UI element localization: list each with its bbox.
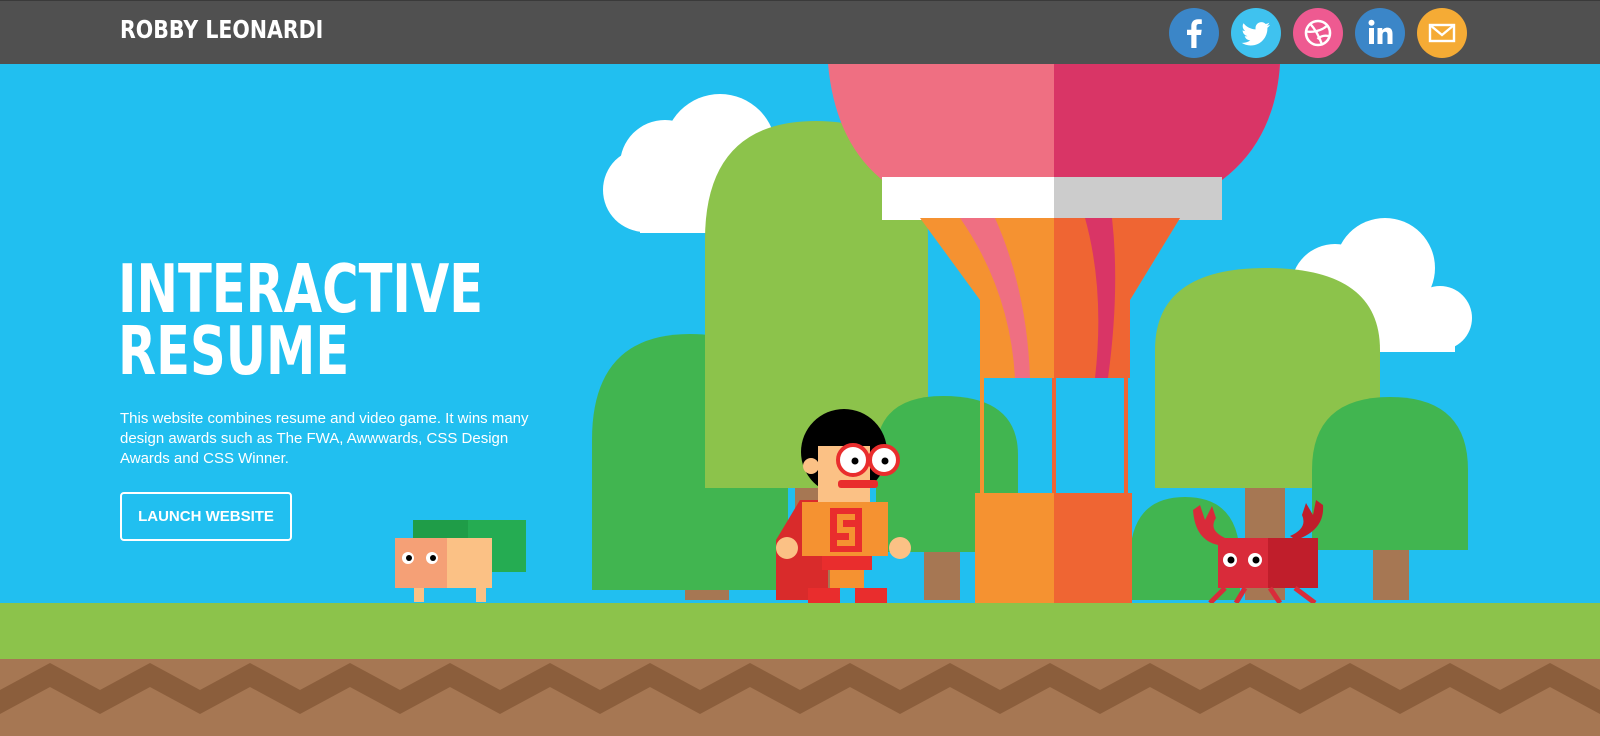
envelope-icon <box>1428 23 1456 43</box>
facebook-button[interactable] <box>1169 8 1219 58</box>
dribbble-icon <box>1304 19 1332 47</box>
email-button[interactable] <box>1417 8 1467 58</box>
hero-description: This website combines resume and video g… <box>120 410 529 467</box>
hero-title-line2: RESUME <box>118 312 350 390</box>
tree-dark-right <box>1312 397 1468 600</box>
linkedin-button[interactable] <box>1355 8 1405 58</box>
game-scene <box>0 64 1600 736</box>
grass-strip <box>0 603 1600 659</box>
hero-title: INTERACTIVE RESUME <box>118 256 483 385</box>
top-bar: ROBBY LEONARDI <box>0 0 1600 64</box>
launch-website-button[interactable]: LAUNCH WEBSITE <box>120 492 292 541</box>
dribbble-button[interactable] <box>1293 8 1343 58</box>
brand-name[interactable]: ROBBY LEONARDI <box>120 15 323 44</box>
facebook-icon <box>1187 19 1202 48</box>
turtle-character <box>395 520 526 602</box>
linkedin-icon <box>1368 19 1393 44</box>
twitter-icon <box>1241 22 1270 46</box>
twitter-button[interactable] <box>1231 8 1281 58</box>
